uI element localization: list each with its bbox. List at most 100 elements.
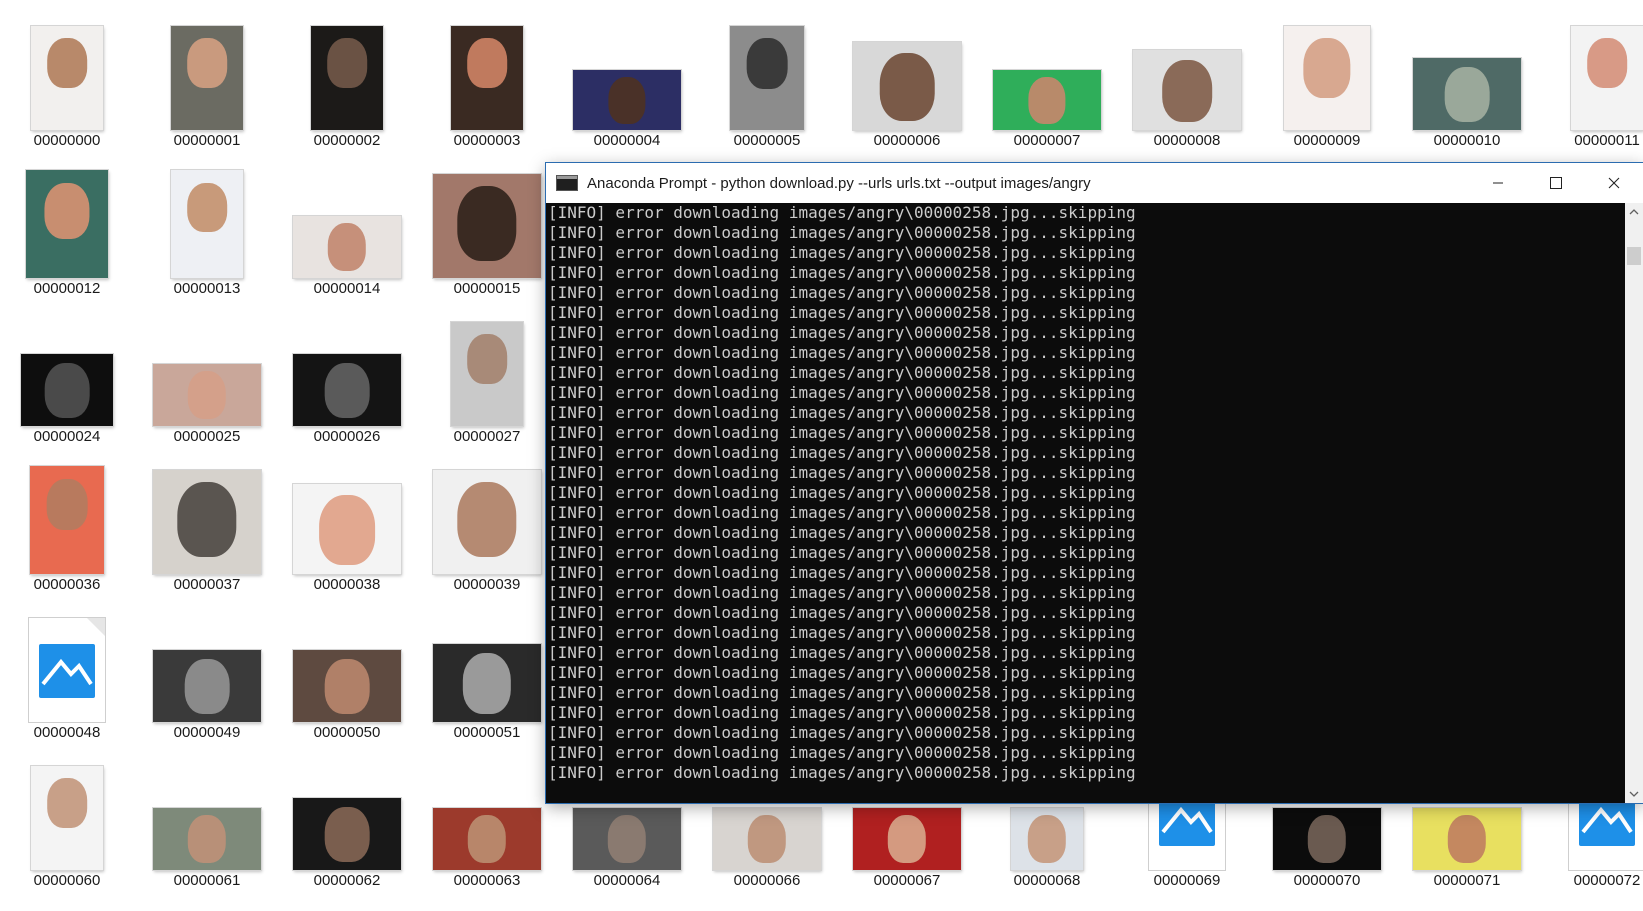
file-item[interactable]: 00000008	[1120, 6, 1254, 154]
file-item[interactable]: 00000051	[420, 598, 554, 746]
maximize-button[interactable]	[1527, 163, 1585, 203]
file-item[interactable]: 00000063	[420, 746, 554, 894]
file-item[interactable]: 00000007	[980, 6, 1114, 154]
file-item[interactable]: 00000025	[140, 302, 274, 450]
file-name-label: 00000014	[313, 280, 381, 297]
thumbnail-frame	[140, 302, 274, 426]
face-shape	[46, 478, 88, 530]
image-thumbnail	[433, 470, 541, 574]
file-item[interactable]: 00000048	[0, 598, 134, 746]
image-thumbnail	[433, 808, 541, 870]
file-name-label: 00000064	[593, 872, 661, 889]
file-item[interactable]: 00000010	[1400, 6, 1534, 154]
file-item[interactable]: 00000000	[0, 6, 134, 154]
file-item[interactable]: 00000062	[280, 746, 414, 894]
face-shape	[1028, 77, 1066, 124]
file-item[interactable]: 00000036	[0, 450, 134, 598]
file-item[interactable]: 00000005	[700, 6, 834, 154]
file-item[interactable]: 00000060	[0, 746, 134, 894]
file-item[interactable]: 00000039	[420, 450, 554, 598]
image-file-icon	[29, 618, 105, 722]
file-item[interactable]: 00000026	[280, 302, 414, 450]
image-thumbnail	[153, 364, 261, 426]
minimize-button[interactable]	[1469, 163, 1527, 203]
thumbnail-frame	[280, 6, 414, 130]
file-item[interactable]: 00000024	[0, 302, 134, 450]
file-item[interactable]: 00000015	[420, 154, 554, 302]
image-thumbnail	[311, 26, 383, 130]
face-shape	[1162, 59, 1212, 122]
file-item[interactable]: 00000004	[560, 6, 694, 154]
file-name-label: 00000060	[33, 872, 101, 889]
file-item[interactable]: 00000002	[280, 6, 414, 154]
face-shape	[457, 186, 517, 261]
image-thumbnail	[1571, 26, 1643, 130]
file-item[interactable]: 00000038	[280, 450, 414, 598]
scrollbar-thumb[interactable]	[1627, 247, 1641, 265]
file-item[interactable]: 00000001	[140, 6, 274, 154]
file-name-label: 00000062	[313, 872, 381, 889]
thumbnail-frame	[140, 746, 274, 870]
file-item[interactable]: 00000037	[140, 450, 274, 598]
file-name-label: 00000003	[453, 132, 521, 149]
thumbnail-frame	[420, 598, 554, 722]
file-item[interactable]: 00000061	[140, 746, 274, 894]
file-name-label: 00000004	[593, 132, 661, 149]
file-name-label: 00000006	[873, 132, 941, 149]
file-item[interactable]: 00000014	[280, 154, 414, 302]
thumbnail-frame	[420, 6, 554, 130]
face-shape	[1444, 66, 1490, 123]
file-name-label: 00000037	[173, 576, 241, 593]
file-item[interactable]: 00000003	[420, 6, 554, 154]
scroll-down-button[interactable]	[1625, 785, 1643, 803]
thumbnail-frame	[700, 6, 834, 130]
console-line: [INFO] error downloading images/angry\00…	[548, 583, 1136, 602]
file-item[interactable]: 00000006	[840, 6, 974, 154]
image-thumbnail	[293, 798, 401, 870]
thumbnail-frame	[0, 598, 134, 722]
minimize-icon	[1493, 182, 1503, 184]
file-name-label: 00000012	[33, 280, 101, 297]
file-name-label: 00000026	[313, 428, 381, 445]
console-line: [INFO] error downloading images/angry\00…	[548, 363, 1136, 382]
console-line: [INFO] error downloading images/angry\00…	[548, 563, 1136, 582]
face-shape	[324, 362, 370, 419]
face-shape	[327, 223, 367, 272]
file-name-label: 00000015	[453, 280, 521, 297]
face-shape	[47, 38, 87, 88]
file-name-label: 00000036	[33, 576, 101, 593]
console-output[interactable]: [INFO] error downloading images/angry\00…	[546, 203, 1622, 803]
thumbnail-frame	[280, 598, 414, 722]
file-item[interactable]: 00000012	[0, 154, 134, 302]
scroll-up-button[interactable]	[1625, 203, 1643, 221]
image-thumbnail	[1273, 808, 1381, 870]
thumbnail-frame	[840, 6, 974, 130]
file-name-label: 00000069	[1153, 872, 1221, 889]
face-shape	[44, 362, 90, 419]
file-item[interactable]: 00000011	[1540, 6, 1643, 154]
console-line: [INFO] error downloading images/angry\00…	[548, 523, 1136, 542]
face-shape	[467, 815, 507, 864]
file-name-label: 00000050	[313, 724, 381, 741]
console-line: [INFO] error downloading images/angry\00…	[548, 643, 1136, 662]
maximize-icon	[1550, 177, 1562, 189]
image-thumbnail	[171, 26, 243, 130]
file-item[interactable]: 00000049	[140, 598, 274, 746]
console-window[interactable]: Anaconda Prompt - python download.py --u…	[546, 163, 1643, 803]
face-shape	[887, 815, 927, 864]
image-thumbnail	[26, 170, 108, 278]
console-titlebar[interactable]: Anaconda Prompt - python download.py --u…	[546, 163, 1643, 203]
file-item[interactable]: 00000013	[140, 154, 274, 302]
thumbnail-frame	[280, 450, 414, 574]
file-item[interactable]: 00000009	[1260, 6, 1394, 154]
image-thumbnail	[31, 766, 103, 870]
face-shape	[462, 653, 512, 714]
close-button[interactable]	[1585, 163, 1643, 203]
console-line: [INFO] error downloading images/angry\00…	[548, 303, 1136, 322]
file-item[interactable]: 00000050	[280, 598, 414, 746]
thumbnail-frame	[140, 450, 274, 574]
file-name-label: 00000002	[313, 132, 381, 149]
face-shape	[457, 482, 517, 557]
file-item[interactable]: 00000027	[420, 302, 554, 450]
console-scrollbar[interactable]	[1625, 203, 1643, 803]
